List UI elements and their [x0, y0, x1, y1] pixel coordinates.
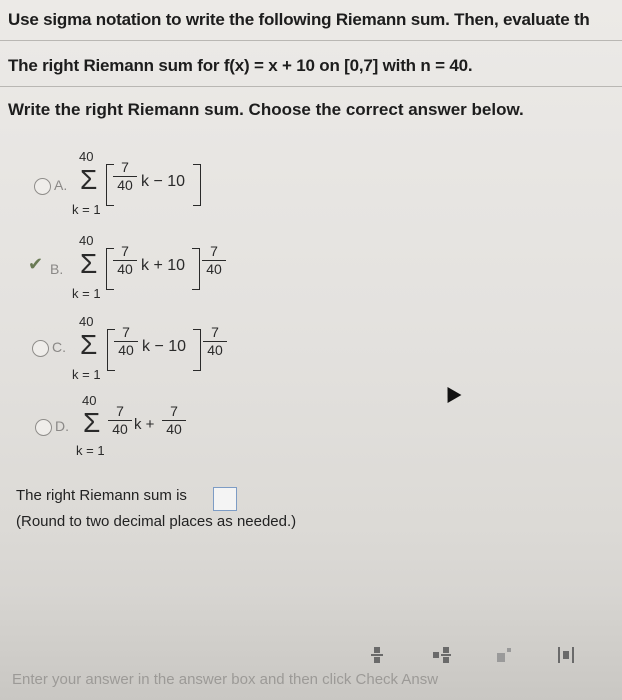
- summand-text: k − 10: [142, 338, 187, 355]
- fraction-numerator: 7: [170, 403, 178, 419]
- sigma-symbol: Σ: [80, 248, 98, 279]
- sigma-upper-limit: 40: [79, 233, 94, 248]
- summand-text: k +: [134, 416, 155, 433]
- right-bracket: [193, 329, 201, 371]
- outer-fraction: 7 40: [162, 404, 186, 437]
- absolute-value-icon[interactable]: [557, 645, 575, 665]
- fraction-numerator: 7: [121, 159, 129, 175]
- fraction-icon[interactable]: [368, 645, 386, 665]
- sigma-symbol: Σ: [83, 407, 101, 438]
- option-d-radio[interactable]: [35, 419, 52, 436]
- sigma-symbol: Σ: [80, 329, 98, 360]
- fraction-denominator: 40: [117, 261, 133, 277]
- fraction-numerator: 7: [116, 403, 124, 419]
- option-a-letter: A.: [54, 177, 68, 193]
- instruction: Write the right Riemann sum. Choose the …: [8, 100, 524, 119]
- option-d[interactable]: D. 40 Σ k = 1 7 40 k + 7 40: [0, 392, 420, 472]
- footer-hint: Enter your answer in the answer box and …: [12, 671, 439, 688]
- fraction-numerator: 7: [211, 324, 219, 340]
- option-c-radio[interactable]: [32, 340, 49, 357]
- answer-prompt: The right Riemann sum is: [16, 487, 187, 504]
- fraction: 7 40: [113, 160, 137, 193]
- option-a-radio[interactable]: [34, 178, 51, 195]
- question-line-1: Use sigma notation to write the followin…: [8, 10, 590, 29]
- fraction-numerator: 7: [122, 324, 130, 340]
- option-b-letter: B.: [50, 261, 64, 277]
- sigma-upper-limit: 40: [82, 393, 97, 408]
- page: Use sigma notation to write the followin…: [0, 0, 622, 700]
- sigma-upper-limit: 40: [79, 314, 94, 329]
- option-d-letter: D.: [55, 418, 69, 434]
- right-bracket: [193, 164, 201, 206]
- sigma-lower-limit: k = 1: [72, 202, 101, 217]
- sigma-symbol: Σ: [80, 164, 98, 195]
- sigma-lower-limit: k = 1: [72, 367, 101, 382]
- option-a[interactable]: A. 40 Σ k = 1 7 40 k − 10: [0, 146, 420, 226]
- fraction-denominator: 40: [166, 421, 182, 437]
- mixed-number-icon[interactable]: [433, 645, 451, 665]
- rounding-note: (Round to two decimal places as needed.): [16, 513, 297, 530]
- divider-1: [0, 40, 622, 41]
- mouse-cursor: [440, 382, 462, 404]
- outer-fraction: 7 40: [203, 325, 227, 358]
- fraction-denominator: 40: [118, 342, 134, 358]
- fraction-denominator: 40: [207, 342, 223, 358]
- option-c[interactable]: C. 40 Σ k = 1 7 40 k − 10 7 40: [0, 312, 420, 392]
- sigma-lower-limit: k = 1: [72, 286, 101, 301]
- fraction: 7 40: [113, 244, 137, 277]
- fraction-denominator: 40: [206, 261, 222, 277]
- sigma-upper-limit: 40: [79, 149, 94, 164]
- fraction: 7 40: [108, 404, 132, 437]
- question-line-2: The right Riemann sum for f(x) = x + 10 …: [8, 56, 473, 75]
- summand-text: k − 10: [141, 173, 186, 190]
- exponent-icon[interactable]: [495, 645, 513, 665]
- summand-text: k + 10: [141, 257, 186, 274]
- fraction-denominator: 40: [117, 177, 133, 193]
- fraction-numerator: 7: [210, 243, 218, 259]
- option-b[interactable]: ✔ B. 40 Σ k = 1 7 40 k + 10 7 40: [0, 230, 420, 310]
- answer-input[interactable]: [213, 487, 237, 511]
- sigma-lower-limit: k = 1: [76, 443, 105, 458]
- outer-fraction: 7 40: [202, 244, 226, 277]
- option-c-letter: C.: [52, 339, 66, 355]
- fraction-denominator: 40: [112, 421, 128, 437]
- right-bracket: [192, 248, 200, 290]
- checkmark-icon: ✔: [28, 254, 44, 274]
- divider-2: [0, 86, 622, 87]
- fraction: 7 40: [114, 325, 138, 358]
- fraction-numerator: 7: [121, 243, 129, 259]
